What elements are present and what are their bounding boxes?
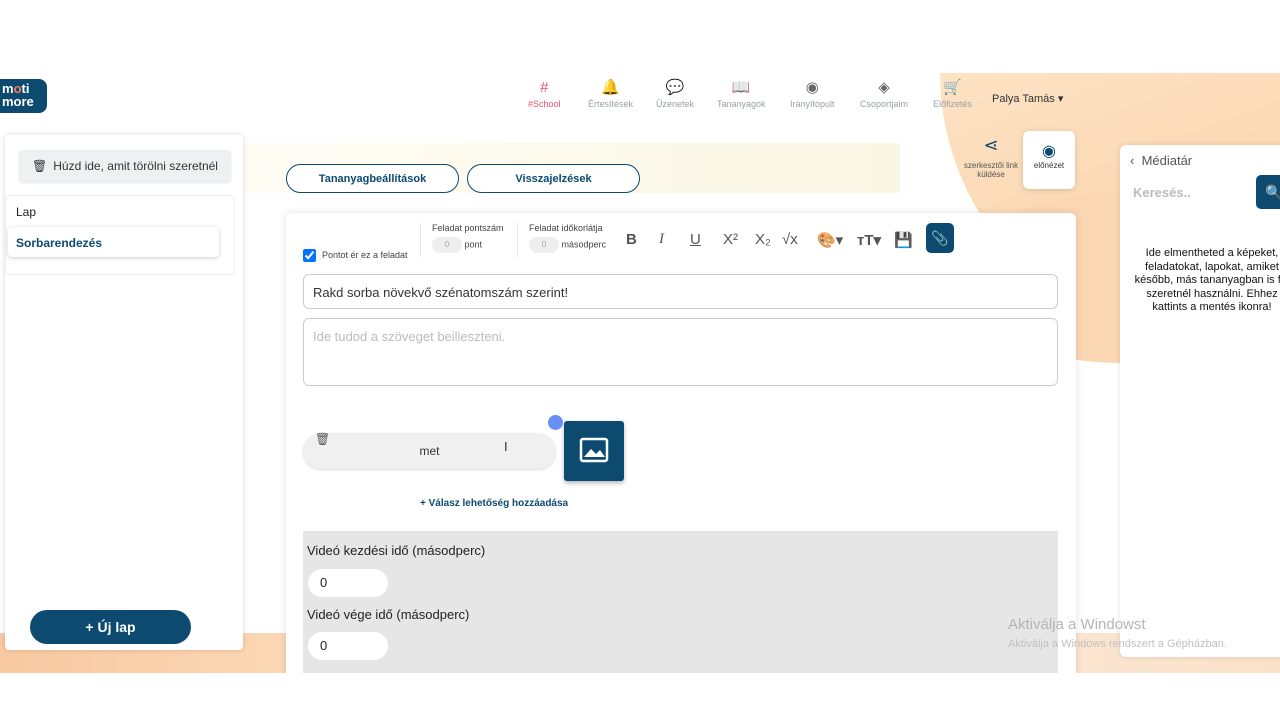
attachment-button[interactable]: 📎 <box>926 223 954 253</box>
eye-icon: ◉ <box>1042 143 1056 160</box>
cart-icon: 🛒 <box>943 79 962 96</box>
page-item-lap[interactable]: Lap <box>16 205 36 219</box>
image-icon <box>579 437 609 463</box>
points-checkbox[interactable] <box>303 248 316 262</box>
palette-icon[interactable]: 🎨▾ <box>817 231 843 249</box>
answer-image-button[interactable] <box>564 421 624 481</box>
video-settings: Videó kezdési idő (másodperc) 0 Videó vé… <box>303 531 1058 673</box>
task-editor: Pontot ér ez a feladat Feladat pontszám … <box>286 213 1076 673</box>
preview-button[interactable]: ◉ előnézet <box>1023 131 1075 189</box>
book-icon: 📖 <box>731 79 751 96</box>
save-icon[interactable]: 💾 <box>894 231 913 249</box>
time-group: Feladat időkorlátja 0 másodperc <box>529 223 606 273</box>
trash-icon: 🗑 <box>32 159 48 173</box>
page-list: Lap Sorbarendezés <box>5 195 235 275</box>
subscript-button[interactable]: X₂ <box>755 231 771 248</box>
new-page-button[interactable]: + Új lap <box>30 610 191 644</box>
windows-activation-title: Aktiválja a Windowst <box>1008 616 1146 633</box>
nav-messages[interactable]: 💬 Üzenetek <box>656 79 694 109</box>
delete-answer-icon[interactable]: 🗑 <box>315 432 330 446</box>
nav-notifications[interactable]: 🔔 Értesítések <box>588 79 633 109</box>
chat-icon: 💬 <box>665 79 685 96</box>
video-end-input[interactable]: 0 <box>308 632 388 660</box>
points-group: Feladat pontszám 0 pont <box>432 223 504 273</box>
share-icon: ⋖ <box>983 135 999 155</box>
nav-dashboard[interactable]: ◉ Irányítópult <box>790 79 835 109</box>
user-menu[interactable]: Palya Tamás ▾ <box>992 92 1063 105</box>
task-text-area[interactable]: Ide tudod a szöveget beilleszteni. <box>303 318 1058 386</box>
media-header[interactable]: ‹ Médiatár <box>1130 153 1192 168</box>
points-input[interactable]: 0 <box>432 237 462 253</box>
page-item-sorbarendezes[interactable]: Sorbarendezés <box>8 227 219 257</box>
paperclip-icon: 📎 <box>931 230 949 246</box>
divider <box>517 223 518 257</box>
nav-school[interactable]: # #School <box>528 79 561 109</box>
video-start-input[interactable]: 0 <box>308 569 388 597</box>
superscript-button[interactable]: X² <box>723 231 738 248</box>
app-frame: moti more # #School 🔔 Értesítések 💬 Üzenetek… <box>0 73 1280 673</box>
search-icon[interactable]: 🔍 <box>1256 175 1280 209</box>
trash-dropzone[interactable]: 🗑 Húzd ide, amit törölni szeretnél <box>19 150 231 182</box>
media-info-text: Ide elmentheted a képeket, feladatokat, … <box>1134 247 1280 313</box>
media-search-input[interactable]: Keresés.. <box>1133 185 1191 200</box>
nav-materials[interactable]: 📖 Tananyagok <box>717 79 766 109</box>
page-sidebar: 🗑 Húzd ide, amit törölni szeretnél Lap So… <box>5 135 243 650</box>
drag-handle[interactable] <box>548 415 563 430</box>
hash-icon: # <box>540 79 549 96</box>
app-logo[interactable]: moti more <box>0 79 47 113</box>
bell-icon: 🔔 <box>601 79 620 96</box>
divider <box>420 223 421 257</box>
windows-activation-text: Aktiválja a Windows rendszert a Gépházba… <box>1008 638 1227 650</box>
layers-icon: ◈ <box>878 79 890 96</box>
task-title-input[interactable]: Rakd sorba növekvő szénatomszám szerint! <box>303 274 1058 309</box>
italic-button[interactable]: I <box>659 231 664 248</box>
points-checkbox-row[interactable]: Pontot ér ez a feladat <box>303 230 408 280</box>
bold-button[interactable]: B <box>626 231 637 248</box>
nav-subscription[interactable]: 🛒 Előfizetés <box>933 79 972 109</box>
tab-material-settings[interactable]: Tananyagbeállítások <box>286 164 459 193</box>
time-input[interactable]: 0 <box>529 237 559 253</box>
share-link-button[interactable]: ⋖ szerkesztői link küldése <box>960 135 1022 179</box>
add-answer-link[interactable]: + Válasz lehetőség hozzáadása <box>420 498 568 509</box>
underline-button[interactable]: U <box>690 231 701 248</box>
media-library-panel: ‹ Médiatár Keresés.. 🔍 Ide elmentheted a… <box>1120 145 1280 657</box>
dashboard-icon: ◉ <box>805 79 819 96</box>
nav-groups[interactable]: ◈ Csoportjaim <box>860 79 908 109</box>
answer-input[interactable]: met <box>303 433 556 469</box>
formula-button[interactable]: √x <box>782 231 798 248</box>
font-size-button[interactable]: ᴛT▾ <box>857 231 881 249</box>
tab-feedback[interactable]: Visszajelzések <box>467 164 640 193</box>
text-cursor-icon: I <box>504 439 508 454</box>
